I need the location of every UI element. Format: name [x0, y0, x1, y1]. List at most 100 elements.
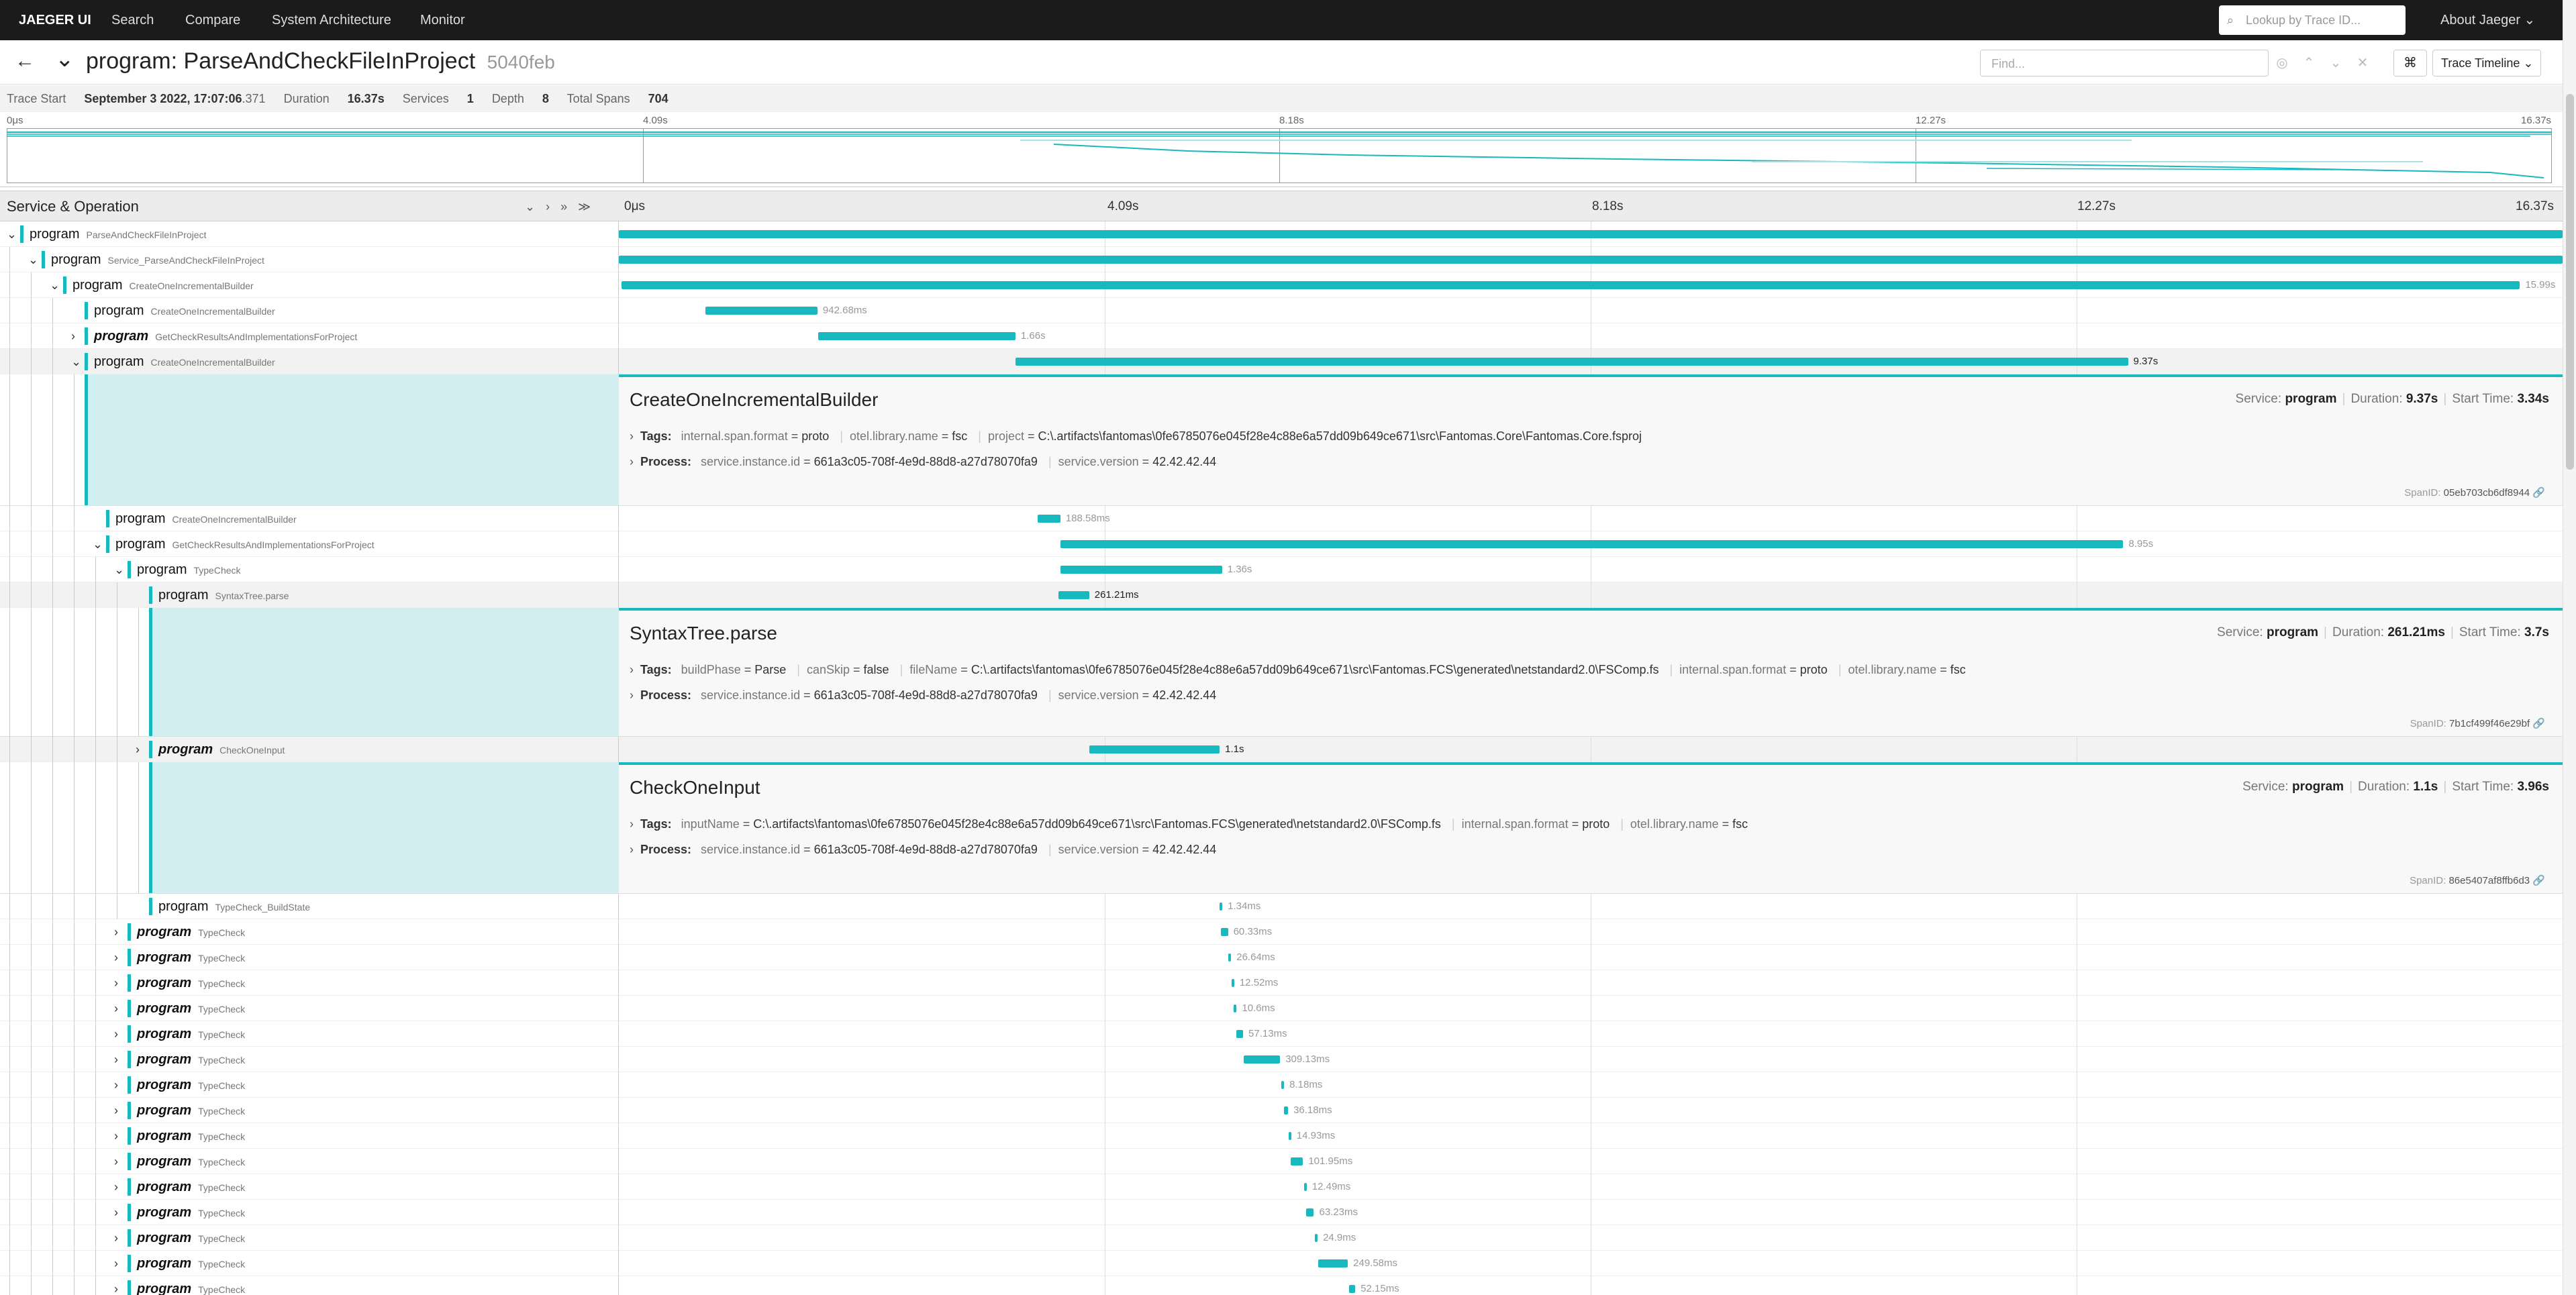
- span-row[interactable]: › program TypeCheck 57.13ms: [0, 1021, 2563, 1047]
- back-arrow-icon[interactable]: ←: [15, 50, 35, 72]
- chevron-right-icon[interactable]: ›: [630, 688, 634, 702]
- span-name-cell[interactable]: › program TypeCheck: [0, 1123, 619, 1149]
- span-duration-bar[interactable]: [818, 332, 1015, 340]
- span-row[interactable]: › program TypeCheck 12.52ms: [0, 970, 2563, 996]
- span-row[interactable]: program TypeCheck_BuildState 1.34ms: [0, 894, 2563, 919]
- span-service-name[interactable]: program TypeCheck: [137, 919, 245, 945]
- chevron-down-icon[interactable]: ⌄: [28, 247, 38, 272]
- chevron-right-icon[interactable]: ›: [71, 323, 75, 349]
- span-service-name[interactable]: program TypeCheck: [137, 1276, 245, 1295]
- span-name-cell[interactable]: › program TypeCheck: [0, 996, 619, 1021]
- chevron-right-icon[interactable]: ›: [114, 1251, 118, 1276]
- span-duration-bar[interactable]: [705, 307, 818, 315]
- link-icon[interactable]: 🔗: [2532, 875, 2545, 886]
- chevron-right-icon[interactable]: ›: [630, 843, 634, 856]
- collapse-expand-controls[interactable]: ⌄›»≫: [525, 191, 601, 222]
- span-name-cell[interactable]: › program TypeCheck: [0, 1149, 619, 1174]
- span-name-cell[interactable]: › program TypeCheck: [0, 970, 619, 996]
- chevron-down-icon[interactable]: ⌄: [55, 46, 75, 72]
- span-row[interactable]: ⌄ program Service_ParseAndCheckFileInProje…: [0, 247, 2563, 272]
- span-row[interactable]: › program TypeCheck 26.64ms: [0, 945, 2563, 970]
- span-row[interactable]: › program TypeCheck 24.9ms: [0, 1225, 2563, 1251]
- scrollbar-thumb[interactable]: [2566, 94, 2574, 470]
- span-service-name[interactable]: program TypeCheck: [137, 945, 245, 971]
- nav-system-architecture[interactable]: System Architecture: [272, 0, 391, 40]
- span-service-name[interactable]: program CheckOneInput: [158, 737, 285, 763]
- span-row[interactable]: program SyntaxTree.parse 261.21ms: [0, 582, 2563, 608]
- chevron-right-icon[interactable]: ›: [630, 455, 634, 468]
- span-process[interactable]: › Process: service.instance.id = 661a3c05-…: [630, 455, 1220, 469]
- span-duration-bar[interactable]: [1060, 540, 2124, 548]
- span-row[interactable]: › program TypeCheck 14.93ms: [0, 1123, 2563, 1149]
- span-service-name[interactable]: program TypeCheck: [137, 1047, 245, 1073]
- span-service-name[interactable]: program CreateOneIncrementalBuilder: [115, 506, 297, 532]
- span-duration-bar[interactable]: [1089, 745, 1220, 754]
- span-service-name[interactable]: program CreateOneIncrementalBuilder: [94, 349, 275, 375]
- chevron-right-icon[interactable]: ›: [114, 1225, 118, 1251]
- span-duration-bar[interactable]: [619, 230, 2563, 238]
- span-row[interactable]: › program GetCheckResultsAndImplementation…: [0, 323, 2563, 349]
- span-duration-bar[interactable]: [1283, 1106, 1289, 1115]
- span-name-cell[interactable]: › program TypeCheck: [0, 1200, 619, 1225]
- chevron-down-icon[interactable]: ⌄: [93, 531, 103, 557]
- span-tags[interactable]: › Tags: internal.span.format = proto | otel.…: [630, 429, 1646, 444]
- span-row[interactable]: › program TypeCheck 63.23ms: [0, 1200, 2563, 1225]
- chevron-right-icon[interactable]: ›: [114, 1098, 118, 1123]
- chevron-right-icon[interactable]: ›: [630, 429, 634, 443]
- chevron-right-icon[interactable]: ›: [114, 1072, 118, 1098]
- span-duration-bar[interactable]: [1228, 953, 1232, 962]
- span-row[interactable]: › program TypeCheck 36.18ms: [0, 1098, 2563, 1123]
- span-duration-bar[interactable]: [1220, 902, 1223, 911]
- span-duration-bar[interactable]: [621, 281, 2520, 289]
- jaeger-logo[interactable]: JAEGER UI: [19, 0, 91, 40]
- span-row[interactable]: ⌄ program CreateOneIncrementalBuilder 9.37s: [0, 349, 2563, 374]
- chevron-down-icon[interactable]: ⌄: [2322, 50, 2349, 76]
- span-row[interactable]: › program CheckOneInput 1.1s: [0, 737, 2563, 762]
- locate-icon[interactable]: ◎: [2269, 50, 2295, 76]
- close-icon[interactable]: ✕: [2349, 50, 2376, 76]
- span-duration-bar[interactable]: [1303, 1183, 1307, 1191]
- span-tags[interactable]: › Tags: inputName = C:\.artifacts\fantomas…: [630, 817, 1752, 831]
- span-name-cell[interactable]: › program TypeCheck: [0, 1174, 619, 1200]
- span-name-cell[interactable]: program CreateOneIncrementalBuilder: [0, 298, 619, 323]
- span-name-cell[interactable]: › program TypeCheck: [0, 945, 619, 970]
- span-tags[interactable]: › Tags: buildPhase = Parse | canSkip = false…: [630, 663, 1970, 677]
- vertical-scrollbar[interactable]: [2563, 0, 2576, 1295]
- span-name-cell[interactable]: ⌄ program ParseAndCheckFileInProject: [0, 221, 619, 247]
- span-service-name[interactable]: program TypeCheck_BuildState: [158, 894, 310, 920]
- chevron-right-icon[interactable]: ›: [114, 1047, 118, 1072]
- span-row[interactable]: › program TypeCheck 12.49ms: [0, 1174, 2563, 1200]
- chevron-right-icon[interactable]: ›: [630, 817, 634, 831]
- span-service-name[interactable]: program TypeCheck: [137, 996, 245, 1022]
- span-name-cell[interactable]: › program TypeCheck: [0, 1021, 619, 1047]
- span-name-cell[interactable]: program SyntaxTree.parse: [0, 582, 619, 608]
- span-row[interactable]: › program TypeCheck 8.18ms: [0, 1072, 2563, 1098]
- span-duration-bar[interactable]: [1243, 1055, 1281, 1064]
- chevron-right-icon[interactable]: ›: [114, 1021, 118, 1047]
- trace-id-lookup-input[interactable]: ⌕ Lookup by Trace ID...: [2219, 5, 2406, 35]
- span-duration-bar[interactable]: [1318, 1259, 1348, 1267]
- span-name-cell[interactable]: ⌄ program CreateOneIncrementalBuilder: [0, 272, 619, 298]
- span-duration-bar[interactable]: [1306, 1208, 1314, 1216]
- span-duration-bar[interactable]: [1236, 1030, 1244, 1038]
- span-name-cell[interactable]: › program TypeCheck: [0, 1225, 619, 1251]
- span-duration-bar[interactable]: [1314, 1234, 1318, 1242]
- span-row[interactable]: › program TypeCheck 60.33ms: [0, 919, 2563, 945]
- chevron-right-icon[interactable]: ›: [114, 970, 118, 996]
- span-name-cell[interactable]: › program GetCheckResultsAndImplementation…: [0, 323, 619, 349]
- span-service-name[interactable]: program TypeCheck: [137, 1174, 245, 1200]
- nav-monitor[interactable]: Monitor: [420, 0, 465, 40]
- chevron-down-icon[interactable]: ⌄: [114, 557, 124, 582]
- span-name-cell[interactable]: ⌄ program Service_ParseAndCheckFileInProje…: [0, 247, 619, 272]
- span-row[interactable]: ⌄ program CreateOneIncrementalBuilder 15.99…: [0, 272, 2563, 298]
- keyboard-shortcuts-icon[interactable]: ⌘: [2393, 50, 2427, 76]
- span-service-name[interactable]: program GetCheckResultsAndImplementations…: [115, 531, 375, 558]
- chevron-right-icon[interactable]: ›: [114, 1276, 118, 1295]
- chevron-right-icon[interactable]: ›: [630, 663, 634, 676]
- span-duration-bar[interactable]: [1281, 1081, 1285, 1089]
- view-mode-select[interactable]: Trace Timeline ⌄: [2432, 50, 2541, 76]
- nav-search[interactable]: Search: [111, 0, 154, 40]
- span-duration-bar[interactable]: [1038, 515, 1060, 523]
- span-row[interactable]: › program TypeCheck 309.13ms: [0, 1047, 2563, 1072]
- chevron-down-icon[interactable]: ⌄: [50, 272, 60, 298]
